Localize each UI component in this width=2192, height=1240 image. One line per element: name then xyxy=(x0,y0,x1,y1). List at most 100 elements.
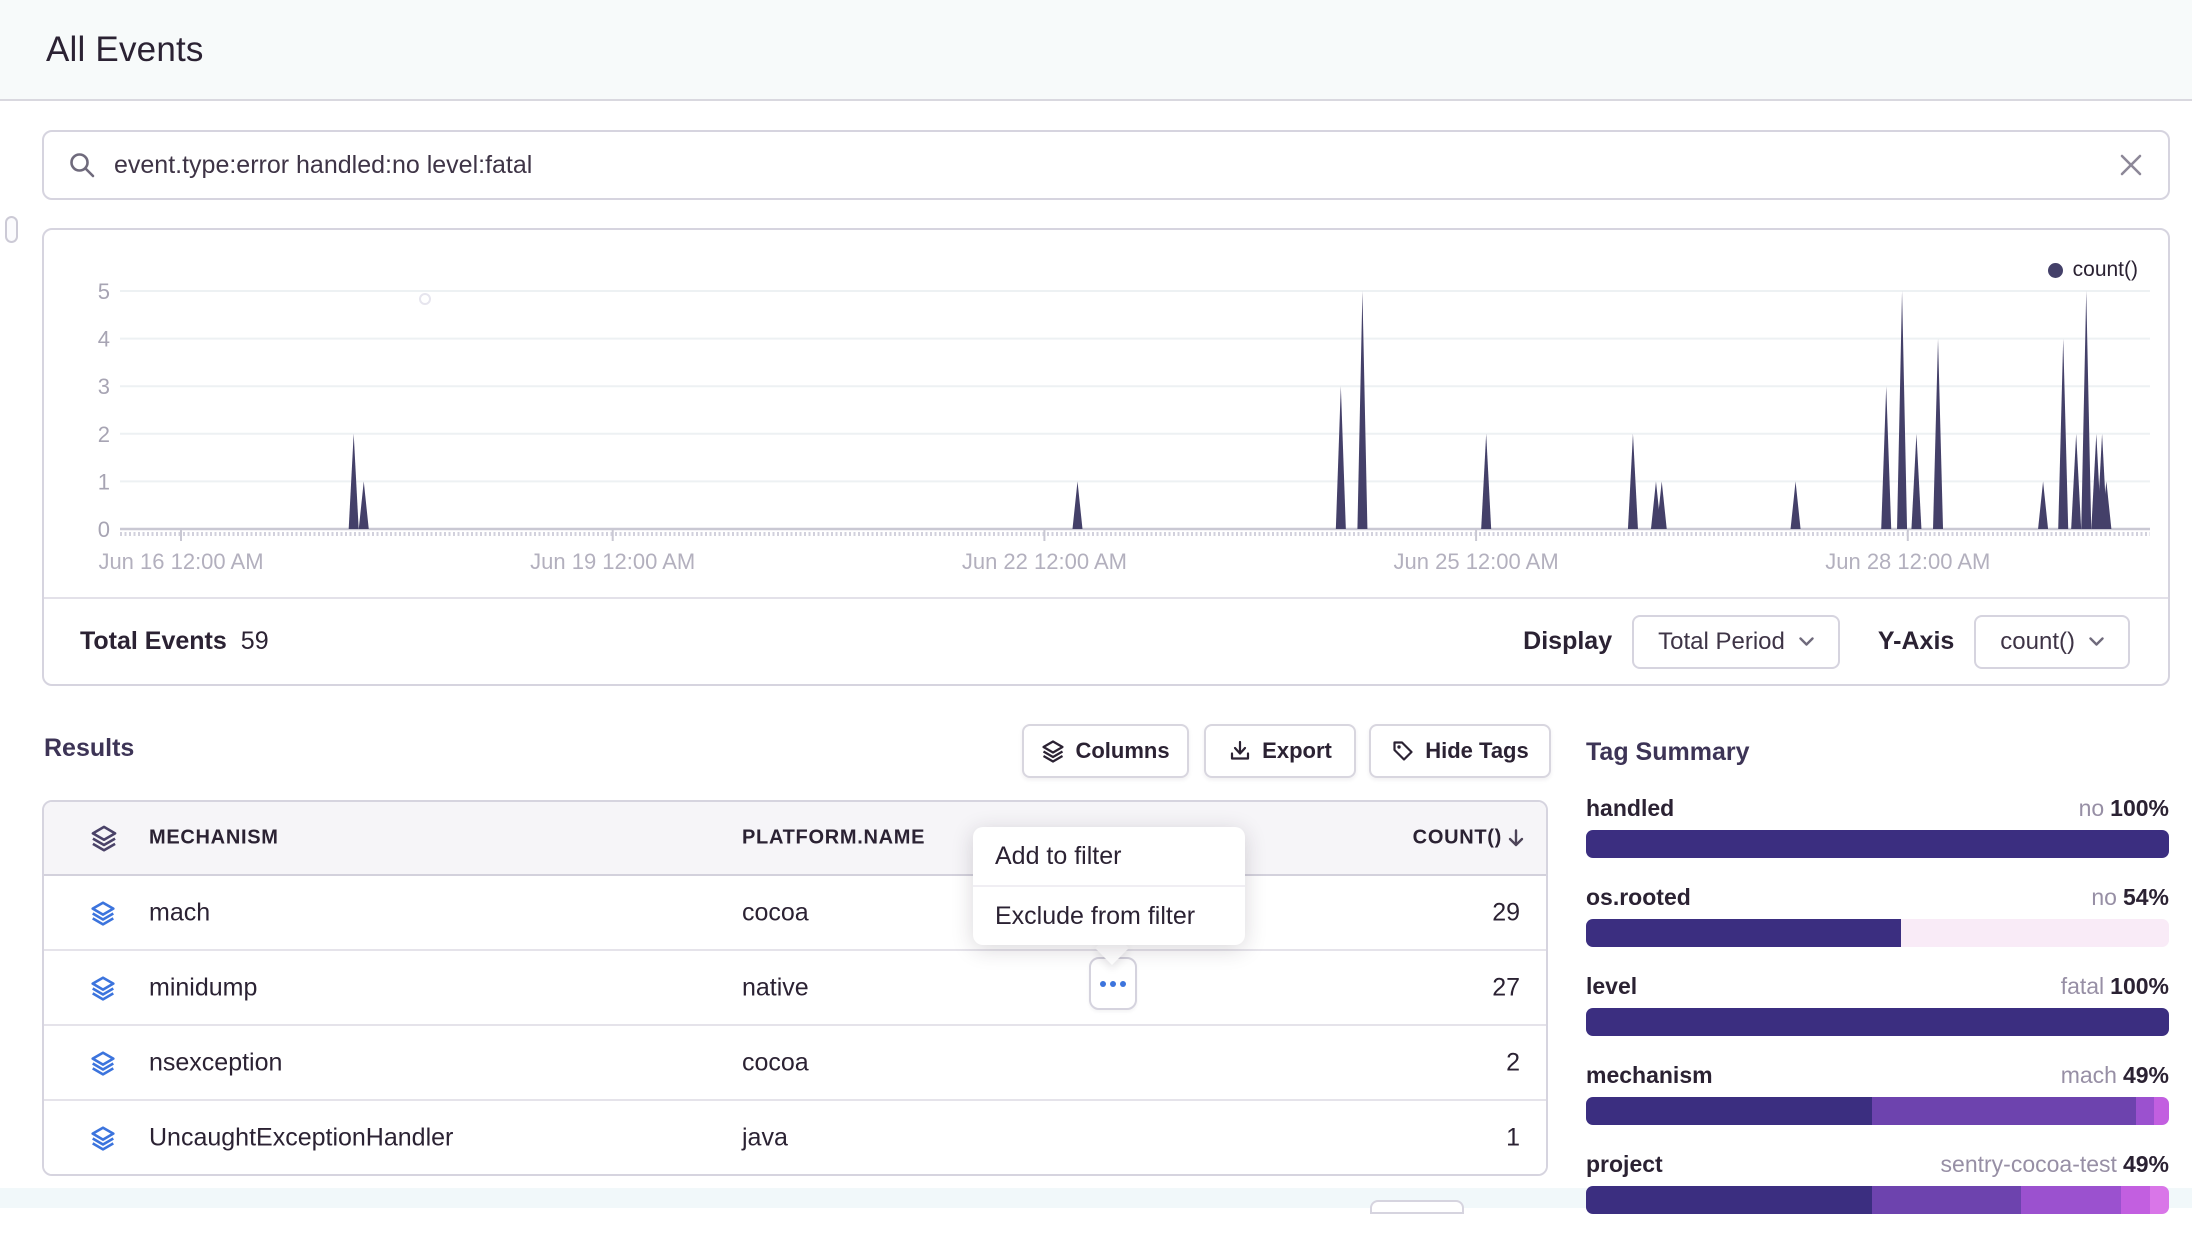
tag-bar-segment[interactable] xyxy=(2154,1097,2169,1125)
export-button-label: Export xyxy=(1262,738,1332,764)
svg-text:Jun 25 12:00 AM: Jun 25 12:00 AM xyxy=(1394,549,1559,574)
tag-bar-segment[interactable] xyxy=(1901,919,2169,947)
pagination-button-partial[interactable] xyxy=(1370,1200,1464,1214)
panel-drag-handle[interactable] xyxy=(5,216,18,243)
tag-top-percent: 100% xyxy=(2110,973,2169,999)
tag-label: os.rooted xyxy=(1586,884,1691,911)
display-label: Display xyxy=(1523,627,1612,656)
events-chart-panel: 012345Jun 16 12:00 AMJun 19 12:00 AMJun … xyxy=(42,228,2170,686)
table-row: nsexception cocoa 2 xyxy=(44,1024,1546,1099)
stack-icon[interactable] xyxy=(90,824,118,852)
tag-top-value: no xyxy=(2079,795,2105,821)
svg-text:Jun 19 12:00 AM: Jun 19 12:00 AM xyxy=(530,549,695,574)
tag-label: project xyxy=(1586,1151,1663,1178)
svg-text:Jun 28 12:00 AM: Jun 28 12:00 AM xyxy=(1825,549,1990,574)
tag-distribution-bar[interactable] xyxy=(1586,1097,2169,1125)
cell-count: 27 xyxy=(1492,973,1520,1002)
cell-mechanism: minidump xyxy=(149,973,257,1002)
cell-count: 2 xyxy=(1506,1048,1520,1077)
tag-bar-segment[interactable] xyxy=(1586,830,2169,858)
svg-text:4: 4 xyxy=(98,327,110,352)
hide-tags-button[interactable]: Hide Tags xyxy=(1369,724,1551,778)
cell-platform: cocoa xyxy=(742,1048,809,1077)
cell-mechanism: UncaughtExceptionHandler xyxy=(149,1123,453,1152)
cell-platform: java xyxy=(742,1123,788,1152)
chart-footer: Total Events 59 Display Total Period Y-A… xyxy=(44,597,2168,684)
yaxis-select[interactable]: count() xyxy=(1974,615,2130,669)
tag-summary-item: mechanismmach49% xyxy=(1586,1062,2169,1125)
display-select[interactable]: Total Period xyxy=(1632,615,1840,669)
menu-item-exclude-from-filter[interactable]: Exclude from filter xyxy=(973,887,1245,945)
tag-distribution-bar[interactable] xyxy=(1586,1186,2169,1214)
export-button[interactable]: Export xyxy=(1204,724,1356,778)
search-input[interactable]: event.type:error handled:no level:fatal xyxy=(114,151,2100,180)
tag-bar-segment[interactable] xyxy=(2121,1186,2150,1214)
events-chart: 012345Jun 16 12:00 AMJun 19 12:00 AMJun … xyxy=(44,230,2168,597)
tag-label: level xyxy=(1586,973,1637,1000)
stack-icon[interactable] xyxy=(90,1050,116,1076)
chart-legend[interactable]: count() xyxy=(2048,258,2138,282)
table-row: machcocoa29 xyxy=(44,876,1546,949)
table-header-row: MECHANISM PLATFORM.NAME COUNT() xyxy=(44,802,1546,876)
stack-icon[interactable] xyxy=(90,1125,116,1151)
tag-distribution-bar[interactable] xyxy=(1586,919,2169,947)
svg-text:2: 2 xyxy=(98,422,110,447)
table-body: machcocoa29 minidump native 27 nsexception… xyxy=(44,876,1546,1174)
download-icon xyxy=(1228,739,1252,763)
tag-summary-title: Tag Summary xyxy=(1586,738,2169,767)
svg-text:Jun 16 12:00 AM: Jun 16 12:00 AM xyxy=(98,549,263,574)
tag-top-percent: 54% xyxy=(2123,884,2169,910)
context-menu: Add to filter Exclude from filter xyxy=(973,827,1245,945)
tag-summary-item: project sentry-cocoa-test49% xyxy=(1586,1151,2169,1214)
svg-text:Jun 22 12:00 AM: Jun 22 12:00 AM xyxy=(962,549,1127,574)
menu-item-add-to-filter[interactable]: Add to filter xyxy=(973,827,1245,885)
tag-bar-segment[interactable] xyxy=(1586,919,1901,947)
tag-label: mechanism xyxy=(1586,1062,1713,1089)
search-bar[interactable]: event.type:error handled:no level:fatal xyxy=(42,130,2170,200)
page-title: All Events xyxy=(46,30,204,70)
cell-mechanism: nsexception xyxy=(149,1048,282,1077)
column-header-platform[interactable]: PLATFORM.NAME xyxy=(742,827,925,850)
cell-platform: native xyxy=(742,973,809,1002)
tag-summary-items: handledno100%os.rootedno54%levelfatal100… xyxy=(1586,795,2169,1214)
table-row: UncaughtExceptionHandlerjava1 xyxy=(44,1099,1546,1174)
tag-bar-segment[interactable] xyxy=(1872,1186,2021,1214)
column-header-count[interactable]: COUNT() xyxy=(1413,827,1526,850)
tag-label: handled xyxy=(1586,795,1674,822)
stack-icon[interactable] xyxy=(90,900,116,926)
tag-bar-segment[interactable] xyxy=(2136,1097,2155,1125)
tag-summary-item: levelfatal100% xyxy=(1586,973,2169,1036)
legend-series-dot xyxy=(2048,263,2063,278)
stack-icon xyxy=(1041,739,1065,763)
cell-platform: cocoa xyxy=(742,898,809,927)
tag-top-value: sentry-cocoa-test xyxy=(1941,1151,2117,1177)
total-events-label: Total Events xyxy=(80,627,227,656)
page-header: All Events xyxy=(0,0,2192,101)
columns-button[interactable]: Columns xyxy=(1022,724,1189,778)
tag-distribution-bar[interactable] xyxy=(1586,1008,2169,1036)
tag-distribution-bar[interactable] xyxy=(1586,830,2169,858)
tag-bar-segment[interactable] xyxy=(1586,1186,1872,1214)
tag-top-percent: 100% xyxy=(2110,795,2169,821)
search-icon xyxy=(68,151,96,179)
stack-icon[interactable] xyxy=(90,975,116,1001)
tag-bar-segment[interactable] xyxy=(1586,1097,1872,1125)
legend-series-label: count() xyxy=(2073,258,2138,282)
tag-bar-segment[interactable] xyxy=(2021,1186,2121,1214)
chevron-down-icon xyxy=(1799,637,1814,647)
tag-bar-segment[interactable] xyxy=(1586,1008,2169,1036)
hide-tags-button-label: Hide Tags xyxy=(1425,738,1529,764)
total-events-value: 59 xyxy=(241,627,269,656)
column-header-mechanism[interactable]: MECHANISM xyxy=(149,827,279,850)
tag-bar-segment[interactable] xyxy=(1872,1097,2136,1125)
clear-search-icon[interactable] xyxy=(2118,152,2144,178)
tag-top-value: mach xyxy=(2061,1062,2117,1088)
svg-text:5: 5 xyxy=(98,279,110,304)
tag-bar-segment[interactable] xyxy=(2150,1186,2169,1214)
display-select-value: Total Period xyxy=(1658,628,1785,656)
tag-top-percent: 49% xyxy=(2123,1151,2169,1177)
ellipsis-icon xyxy=(1100,981,1106,987)
cell-actions-button[interactable] xyxy=(1089,957,1137,1010)
tag-top-value: no xyxy=(2091,884,2117,910)
svg-text:0: 0 xyxy=(98,517,110,542)
